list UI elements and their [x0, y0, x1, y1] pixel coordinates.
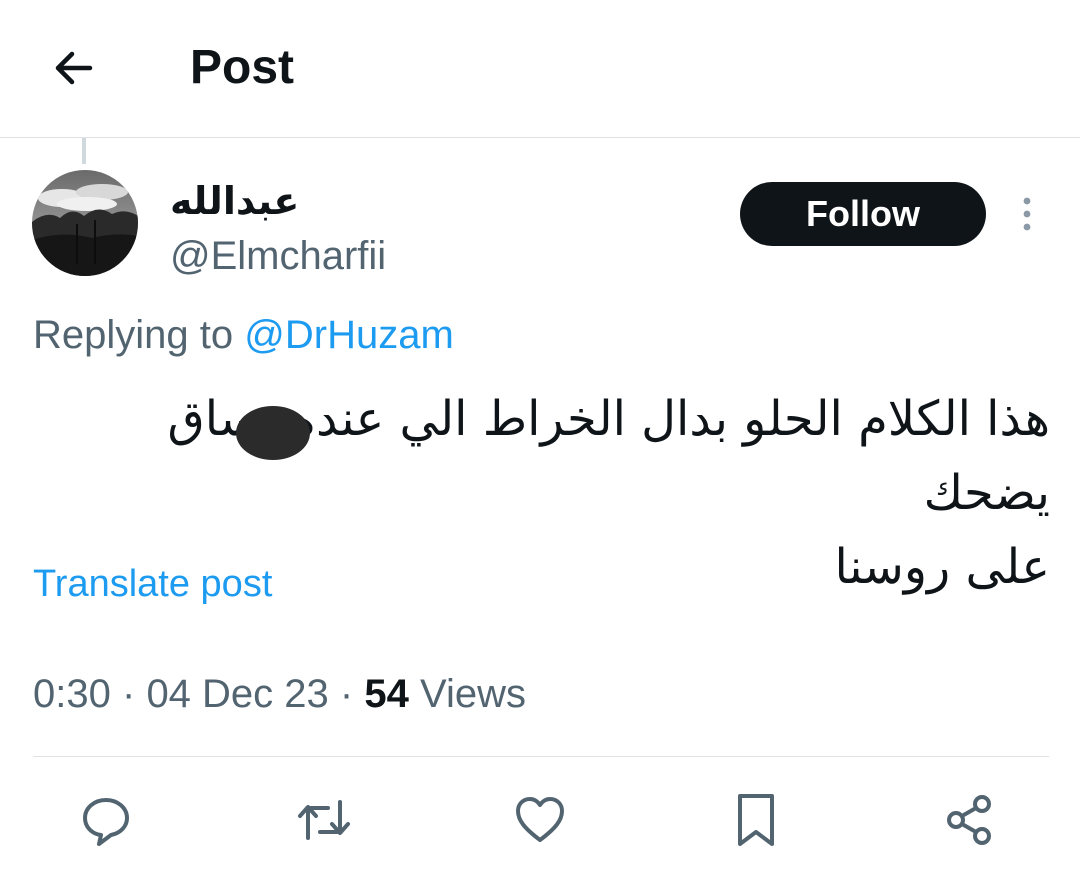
meta-separator: ·	[121, 672, 136, 716]
like-button[interactable]	[510, 790, 570, 850]
bookmark-icon	[738, 794, 774, 846]
author-handle[interactable]: @Elmcharfii	[170, 232, 386, 280]
share-button[interactable]	[940, 790, 1000, 850]
action-bar-divider	[33, 756, 1049, 757]
redaction-mark	[236, 406, 310, 460]
replying-mention-link[interactable]: @DrHuzam	[244, 313, 454, 357]
bookmark-button[interactable]	[726, 790, 786, 850]
meta-separator: ·	[339, 672, 354, 716]
arrow-left-icon	[55, 51, 93, 85]
post-detail-screen: Post عبدالله @Elmcharfii Follow Replying…	[0, 0, 1080, 871]
page-title: Post	[190, 41, 295, 94]
post-time: 0:30	[33, 672, 111, 716]
action-bar	[0, 780, 1080, 860]
thread-connector-line	[82, 138, 86, 164]
post-text-line: هذا الكلام الحلو بدال الخراط الي عنده بس…	[167, 391, 1050, 521]
reply-button[interactable]	[76, 790, 136, 850]
share-icon	[947, 795, 991, 845]
replying-to-line: Replying to @DrHuzam	[33, 310, 454, 360]
views-count[interactable]: 54	[364, 672, 409, 716]
top-app-bar: Post	[0, 0, 1080, 138]
avatar[interactable]	[32, 170, 138, 276]
header-divider	[0, 137, 1080, 138]
more-vertical-icon	[1023, 197, 1031, 231]
replying-prefix: Replying to	[33, 313, 234, 357]
repost-button[interactable]	[294, 790, 354, 850]
heart-icon	[516, 797, 564, 842]
repost-icon	[298, 800, 350, 840]
post-meta: 0:30 · 04 Dec 23 · 54 Views	[33, 668, 526, 720]
translate-post-link[interactable]: Translate post	[33, 560, 272, 608]
reply-bubble-icon	[83, 798, 129, 846]
more-options-button[interactable]	[1010, 192, 1044, 236]
back-button[interactable]	[44, 38, 104, 98]
avatar-photo	[32, 170, 138, 276]
post-date: 04 Dec 23	[146, 672, 329, 716]
follow-button[interactable]: Follow	[740, 182, 986, 246]
author-display-name[interactable]: عبدالله	[170, 178, 299, 224]
views-label[interactable]: Views	[420, 672, 526, 716]
